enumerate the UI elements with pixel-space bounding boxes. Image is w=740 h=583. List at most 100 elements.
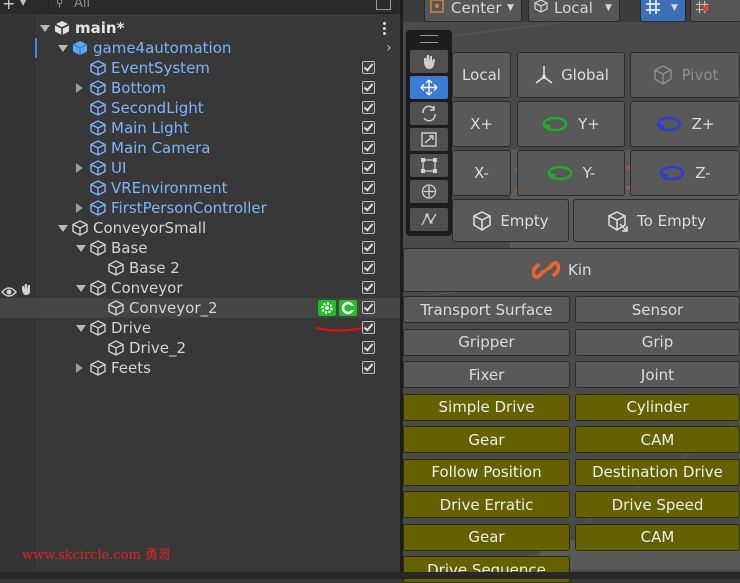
component-button[interactable]: Sensor <box>575 296 740 323</box>
expand-down-icon[interactable] <box>40 25 50 32</box>
hierarchy-row[interactable]: Main Light <box>0 118 400 138</box>
hierarchy-row-label: Main Camera <box>111 139 211 157</box>
active-checkbox[interactable] <box>362 61 375 74</box>
search-options-icon[interactable] <box>376 0 391 10</box>
scale-tool-button[interactable] <box>410 128 448 151</box>
global-button[interactable]: Global <box>517 52 625 98</box>
chevron-down-icon[interactable]: ▼ <box>20 0 26 7</box>
component-button[interactable]: Drive Erratic <box>403 491 570 518</box>
transform-tool-button[interactable] <box>410 180 448 203</box>
drive-component-icon[interactable] <box>339 300 357 316</box>
gear-icon[interactable] <box>318 300 336 316</box>
hierarchy-row-label: SecondLight <box>111 99 204 117</box>
expand-right-icon[interactable] <box>76 363 83 373</box>
active-checkbox[interactable] <box>362 341 375 354</box>
component-button[interactable]: Drive Speed <box>575 491 740 518</box>
hierarchy-row[interactable]: VREnvironment <box>0 178 400 198</box>
eye-icon[interactable] <box>1 283 17 302</box>
hierarchy-row[interactable]: ConveyorSmall <box>0 218 400 238</box>
chevron-right-icon[interactable]: › <box>386 40 392 56</box>
hierarchy-row[interactable]: Main Camera <box>0 138 400 158</box>
expand-down-icon[interactable] <box>76 325 86 332</box>
active-checkbox[interactable] <box>362 101 375 114</box>
hierarchy-row[interactable]: Base <box>0 238 400 258</box>
menu-dots-icon[interactable] <box>383 22 387 35</box>
z-plus-button[interactable]: Z+ <box>630 101 740 147</box>
hierarchy-row[interactable]: UI <box>0 158 400 178</box>
hierarchy-row[interactable]: Bottom <box>0 78 400 98</box>
x-plus-button[interactable]: X+ <box>452 101 511 147</box>
active-checkbox[interactable] <box>362 161 375 174</box>
rect-tool-button[interactable] <box>410 154 448 177</box>
rotate-tool-button[interactable] <box>410 102 448 125</box>
expand-right-icon[interactable] <box>76 83 83 93</box>
component-button[interactable]: CAM <box>575 523 740 551</box>
component-button[interactable]: Destination Drive <box>575 458 740 486</box>
empty-button[interactable]: Empty <box>452 199 569 242</box>
active-checkbox[interactable] <box>362 81 375 94</box>
increment-snap-button[interactable] <box>690 0 740 22</box>
active-checkbox[interactable] <box>362 221 375 234</box>
expand-down-icon[interactable] <box>58 225 68 232</box>
expand-right-icon[interactable] <box>76 203 83 213</box>
hierarchy-row[interactable]: game4automation <box>0 38 400 58</box>
component-button[interactable]: Follow Position <box>403 458 570 486</box>
hierarchy-row-label: UI <box>111 159 127 177</box>
component-button[interactable]: Transport Surface <box>403 296 570 323</box>
active-checkbox[interactable] <box>362 241 375 254</box>
component-button[interactable]: Grip <box>575 328 740 356</box>
active-checkbox[interactable] <box>362 301 375 314</box>
active-checkbox[interactable] <box>362 261 375 274</box>
hierarchy-row[interactable]: SecondLight <box>0 98 400 118</box>
palette-drag-handle[interactable] <box>420 35 438 43</box>
component-button[interactable]: CAM <box>575 426 740 453</box>
custom-tool-button[interactable] <box>410 208 448 231</box>
component-button[interactable]: Fixer <box>403 361 570 388</box>
z-minus-button[interactable]: Z- <box>630 150 740 196</box>
hierarchy-row[interactable]: Base 2 <box>0 258 400 278</box>
hand-pick-icon[interactable] <box>19 281 33 300</box>
hierarchy-row[interactable]: Drive_2 <box>0 338 400 358</box>
gameobject-cube-icon <box>108 260 124 276</box>
y-minus-button[interactable]: Y- <box>517 150 625 196</box>
rotate-y-icon <box>542 116 568 132</box>
hierarchy-row[interactable]: Feets <box>0 358 400 378</box>
component-button[interactable]: Gear <box>403 426 570 453</box>
active-checkbox[interactable] <box>362 141 375 154</box>
active-checkbox[interactable] <box>362 181 375 194</box>
kin-button[interactable]: Kin <box>403 248 740 292</box>
component-button[interactable]: Simple Drive <box>403 393 570 421</box>
component-button[interactable]: Joint <box>575 361 740 388</box>
grid-snapping-button[interactable]: ▼ <box>640 0 686 22</box>
active-checkbox[interactable] <box>362 361 375 374</box>
hierarchy-row[interactable]: Conveyor <box>0 278 400 298</box>
chevron-down-icon: ▼ <box>671 3 678 13</box>
component-button[interactable]: Cylinder <box>575 393 740 421</box>
hierarchy-row[interactable]: EventSystem <box>0 58 400 78</box>
expand-down-icon[interactable] <box>58 45 68 52</box>
x-minus-button[interactable]: X- <box>452 150 511 196</box>
add-object-button[interactable]: + <box>2 0 15 13</box>
local-button[interactable]: Local <box>452 52 511 98</box>
expand-down-icon[interactable] <box>76 285 86 292</box>
hand-tool-button[interactable] <box>410 50 448 73</box>
to-empty-button-label: To Empty <box>637 211 706 230</box>
search-input[interactable] <box>48 0 396 14</box>
hierarchy-row-label: main* <box>75 19 125 37</box>
pivot-rotation-dropdown[interactable]: Local ▼ <box>528 0 620 22</box>
y-plus-button[interactable]: Y+ <box>517 101 625 147</box>
move-tool-button[interactable] <box>410 76 448 99</box>
pivot-mode-dropdown[interactable]: Center ▼ <box>424 0 522 22</box>
hierarchy-row[interactable]: main* <box>0 18 400 38</box>
pivot-button[interactable]: Pivot <box>630 52 740 98</box>
component-button[interactable]: Gear <box>403 523 570 551</box>
gameobject-cube-icon <box>90 120 106 136</box>
active-checkbox[interactable] <box>362 281 375 294</box>
hierarchy-row[interactable]: FirstPersonController <box>0 198 400 218</box>
active-checkbox[interactable] <box>362 201 375 214</box>
expand-right-icon[interactable] <box>76 163 83 173</box>
component-button[interactable]: Gripper <box>403 328 570 356</box>
active-checkbox[interactable] <box>362 121 375 134</box>
expand-down-icon[interactable] <box>76 245 86 252</box>
to-empty-button[interactable]: To Empty <box>573 199 740 242</box>
